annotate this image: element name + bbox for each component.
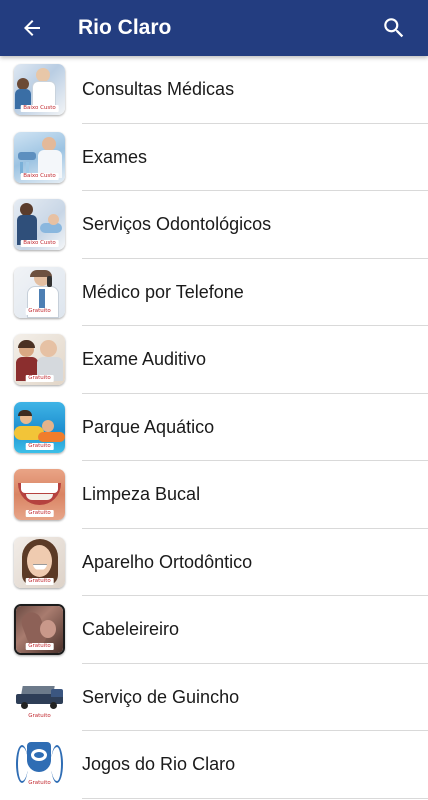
- price-badge: Gratuito: [25, 780, 54, 787]
- tow-truck-thumbnail: Gratuito: [14, 671, 65, 723]
- arrow-back-icon: [24, 20, 40, 36]
- list-item-label: Serviços Odontológicos: [82, 214, 272, 235]
- list-item-limpeza-bucal[interactable]: Gratuito Limpeza Bucal: [0, 461, 428, 529]
- list-item-consultas[interactable]: Baixo Custo Consultas Médicas: [0, 56, 428, 124]
- list-item-guincho[interactable]: Gratuito Serviço de Guincho: [0, 664, 428, 731]
- divider: [82, 797, 428, 799]
- club-crest-thumbnail: Gratuito: [14, 739, 65, 790]
- price-badge: Gratuito: [25, 643, 54, 650]
- price-badge: Gratuito: [25, 375, 54, 382]
- list-item-aparelho-ortodontico[interactable]: Gratuito Aparelho Ortodôntico: [0, 529, 428, 596]
- search-button[interactable]: [366, 0, 422, 56]
- list-item-label: Limpeza Bucal: [82, 484, 201, 505]
- price-badge: Gratuito: [25, 442, 54, 450]
- app-bar: Rio Claro: [0, 0, 428, 56]
- lab-exams-thumbnail: Baixo Custo: [14, 131, 65, 183]
- back-button[interactable]: [4, 0, 60, 56]
- list-item-odontologicos[interactable]: Baixo Custo Serviços Odontológicos: [0, 191, 428, 259]
- list-item-exame-auditivo[interactable]: Gratuito Exame Auditivo: [0, 326, 428, 394]
- price-badge: Gratuito: [25, 510, 54, 517]
- water-park-thumbnail: Gratuito: [14, 401, 65, 453]
- list-item-label: Cabeleireiro: [82, 619, 180, 640]
- list-item-label: Exames: [82, 146, 148, 167]
- service-list: Baixo Custo Consultas Médicas Baixo Cust…: [0, 56, 428, 799]
- list-item-label: Médico por Telefone: [82, 281, 244, 302]
- price-badge: Gratuito: [25, 307, 54, 315]
- price-badge: Baixo Custo: [20, 105, 59, 112]
- search-icon: [384, 18, 404, 38]
- doctor-phone-thumbnail: Gratuito: [14, 266, 65, 318]
- page-title: Rio Claro: [78, 16, 172, 39]
- list-item-parque-aquatico[interactable]: Gratuito Parque Aquático: [0, 394, 428, 461]
- list-item-jogos-rio-claro[interactable]: Gratuito Jogos do Rio Claro: [0, 731, 428, 799]
- doctor-consultation-thumbnail: Baixo Custo: [14, 64, 65, 115]
- braces-smile-thumbnail: Gratuito: [14, 536, 65, 588]
- hearing-exam-thumbnail: Gratuito: [14, 334, 65, 385]
- list-item-medico-telefone[interactable]: Gratuito Médico por Telefone: [0, 259, 428, 326]
- teeth-smile-thumbnail: Gratuito: [14, 469, 65, 520]
- list-item-label: Aparelho Ortodôntico: [82, 551, 253, 572]
- list-item-label: Jogos do Rio Claro: [82, 754, 236, 775]
- price-badge: Baixo Custo: [20, 172, 59, 180]
- list-item-exames[interactable]: Baixo Custo Exames: [0, 124, 428, 191]
- dentist-thumbnail: Baixo Custo: [14, 199, 65, 250]
- list-item-label: Consultas Médicas: [82, 79, 235, 100]
- price-badge: Baixo Custo: [20, 240, 59, 247]
- list-item-cabeleireiro[interactable]: Gratuito Cabeleireiro: [0, 596, 428, 664]
- price-badge: Gratuito: [25, 712, 54, 720]
- list-item-label: Serviço de Guincho: [82, 686, 240, 707]
- hairdresser-thumbnail: Gratuito: [14, 604, 65, 655]
- price-badge: Gratuito: [25, 577, 54, 585]
- list-item-label: Exame Auditivo: [82, 349, 207, 370]
- list-item-label: Parque Aquático: [82, 416, 215, 437]
